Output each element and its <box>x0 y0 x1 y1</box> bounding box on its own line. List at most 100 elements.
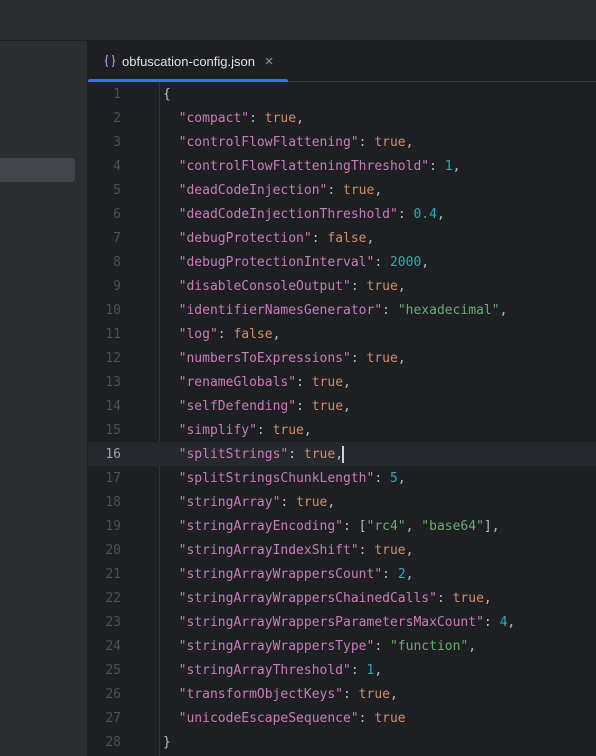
code-token: : <box>429 158 445 174</box>
code-line[interactable]: 7 "debugProtection": false, <box>88 226 596 250</box>
code-line[interactable]: 2 "compact": true, <box>88 106 596 130</box>
line-number: 21 <box>105 566 121 582</box>
code-text: "unicodeEscapeSequence": true <box>163 711 406 726</box>
code-line[interactable]: 27 "unicodeEscapeSequence": true <box>88 706 596 730</box>
code-text: "splitStringsChunkLength": 5, <box>163 471 406 486</box>
code-line[interactable]: 6 "deadCodeInjectionThreshold": 0.4, <box>88 202 596 226</box>
code-token: , <box>343 398 351 414</box>
tab-obfuscation-config[interactable]: obfuscation-config.json <box>88 41 288 82</box>
code-token: , <box>272 326 281 342</box>
code-token: , <box>468 638 477 654</box>
code-token: } <box>163 734 171 750</box>
code-token: , <box>397 278 406 294</box>
code-token: : <box>382 302 398 318</box>
code-token: "deadCodeInjectionThreshold" <box>163 206 398 222</box>
code-line[interactable]: 13 "renameGlobals": true, <box>88 370 596 394</box>
code-line[interactable]: 4 "controlFlowFlatteningThreshold": 1, <box>88 154 596 178</box>
code-text: "stringArrayThreshold": 1, <box>163 662 383 678</box>
code-token: : <box>397 206 414 222</box>
line-number: 16 <box>105 446 121 462</box>
code-line[interactable]: 28} <box>88 730 596 754</box>
code-token: : <box>249 110 265 126</box>
line-number: 3 <box>113 134 121 150</box>
code-line[interactable]: 12 "numbersToExpressions": true, <box>88 346 596 370</box>
code-token: , <box>374 662 383 678</box>
code-token: "transformObjectKeys" <box>163 686 344 702</box>
code-token: : <box>350 278 367 294</box>
code-line[interactable]: 16 "splitStrings": true, <box>88 442 596 466</box>
close-icon[interactable] <box>263 55 275 67</box>
code-line[interactable]: 25 "stringArrayThreshold": 1, <box>88 658 596 682</box>
line-number: 10 <box>105 302 121 318</box>
code-token: , <box>303 422 312 438</box>
code-token: : <box>358 710 375 726</box>
code-token: "controlFlowFlattening" <box>163 134 359 150</box>
code-line[interactable]: 17 "splitStringsChunkLength": 5, <box>88 466 596 490</box>
code-line[interactable]: 18 "stringArray": true, <box>88 490 596 514</box>
line-number: 20 <box>105 542 121 558</box>
line-number: 25 <box>105 662 121 678</box>
code-line[interactable]: 5 "deadCodeInjection": true, <box>88 178 596 202</box>
code-token: true <box>311 374 344 390</box>
json-braces-icon <box>102 53 118 69</box>
code-token: : <box>483 614 500 630</box>
code-text: "stringArrayWrappersCount": 2, <box>163 566 414 582</box>
code-token: , <box>397 470 406 486</box>
code-token: , <box>452 158 461 174</box>
line-number: 22 <box>105 590 121 606</box>
code-token: "compact" <box>163 110 250 126</box>
code-line[interactable]: 21 "stringArrayWrappersCount": 2, <box>88 562 596 586</box>
code-token: true <box>374 134 406 150</box>
code-token: , <box>483 590 492 606</box>
code-line[interactable]: 22 "stringArrayWrappersChainedCalls": tr… <box>88 586 596 610</box>
code-token: "rc4" <box>366 518 406 534</box>
code-text: "stringArrayIndexShift": true, <box>163 542 414 558</box>
code-token: , <box>405 542 414 558</box>
sidebar-selected-item[interactable] <box>0 158 75 182</box>
code-token: "splitStrings" <box>163 446 289 462</box>
code-text: "debugProtectionInterval": 2000, <box>163 255 429 270</box>
code-token: "identifierNamesGenerator" <box>163 302 383 318</box>
code-line[interactable]: 3 "controlFlowFlattening": true, <box>88 130 596 154</box>
code-token: : <box>288 446 304 462</box>
code-token: , <box>507 614 516 630</box>
line-number: 5 <box>113 182 121 198</box>
code-line[interactable]: 10 "identifierNamesGenerator": "hexadeci… <box>88 298 596 322</box>
code-line[interactable]: 26 "transformObjectKeys": true, <box>88 682 596 706</box>
code-line[interactable]: 20 "stringArrayIndexShift": true, <box>88 538 596 562</box>
code-line[interactable]: 14 "selfDefending": true, <box>88 394 596 418</box>
code-token: "unicodeEscapeSequence" <box>163 710 359 726</box>
code-line[interactable]: 15 "simplify": true, <box>88 418 596 442</box>
code-token: : <box>217 326 234 342</box>
code-text: "simplify": true, <box>163 423 312 438</box>
code-token: : <box>296 374 312 390</box>
code-token: "hexadecimal" <box>397 302 500 318</box>
code-text: "numbersToExpressions": true, <box>163 351 406 366</box>
code-token: true <box>296 494 328 510</box>
code-editor[interactable]: 1{2 "compact": true, 3 "controlFlowFlatte… <box>88 82 596 756</box>
code-line[interactable]: 1{ <box>88 82 596 106</box>
code-text: "stringArray": true, <box>163 494 336 510</box>
code-token: { <box>163 86 171 102</box>
code-token: "stringArrayThreshold" <box>163 662 351 678</box>
code-token: : [ <box>343 518 367 534</box>
code-token: 2 <box>397 566 406 582</box>
code-token: true <box>311 398 344 414</box>
code-line[interactable]: 11 "log": false, <box>88 322 596 346</box>
code-line[interactable]: 24 "stringArrayWrappersType": "function"… <box>88 634 596 658</box>
code-line[interactable]: 8 "debugProtectionInterval": 2000, <box>88 250 596 274</box>
code-token: "debugProtectionInterval" <box>163 254 375 270</box>
code-token: , <box>366 230 375 246</box>
line-number: 6 <box>113 206 121 222</box>
code-token: , <box>327 494 336 510</box>
code-line[interactable]: 19 "stringArrayEncoding": ["rc4", "base6… <box>88 514 596 538</box>
code-token: "log" <box>163 326 218 342</box>
line-number: 18 <box>105 494 121 510</box>
code-line[interactable]: 23 "stringArrayWrappersParametersMaxCoun… <box>88 610 596 634</box>
code-token: 0.4 <box>413 206 437 222</box>
title-bar <box>0 0 596 41</box>
code-text: { <box>163 87 171 102</box>
code-token: : <box>256 422 273 438</box>
code-line[interactable]: 9 "disableConsoleOutput": true, <box>88 274 596 298</box>
code-token: ], <box>483 518 500 534</box>
